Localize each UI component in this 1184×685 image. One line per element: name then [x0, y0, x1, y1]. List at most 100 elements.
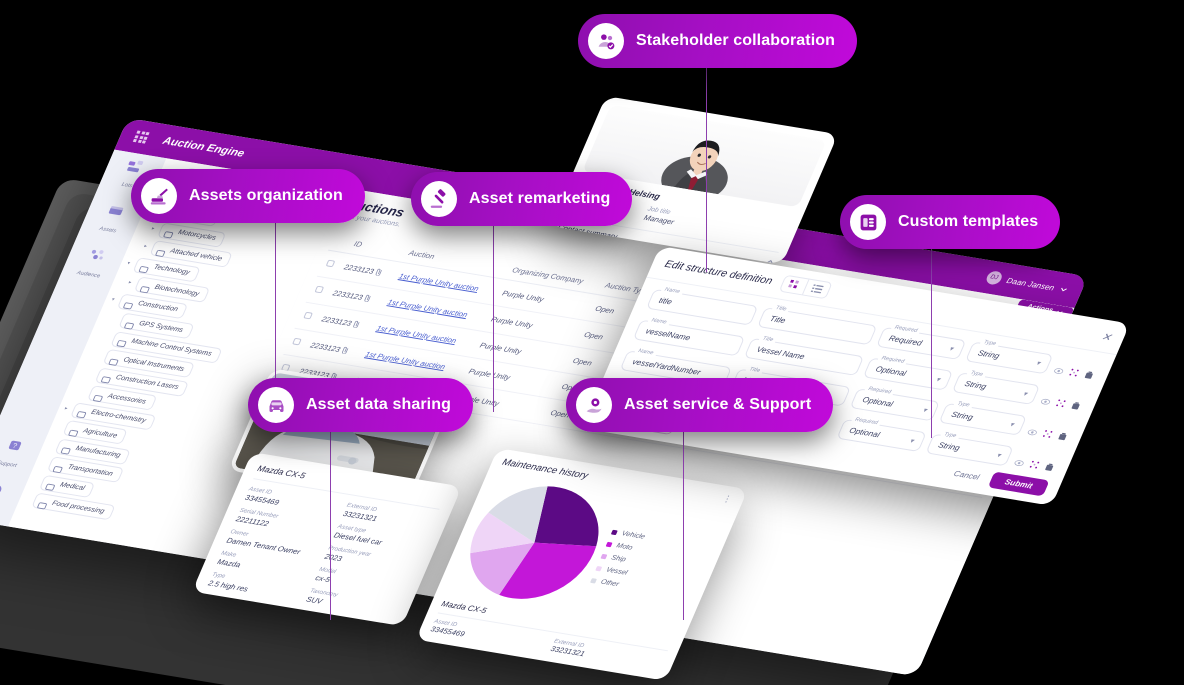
chevron-down-icon — [1061, 287, 1068, 291]
support-icon: ? — [2, 437, 28, 455]
submit-button[interactable]: Submit — [987, 471, 1050, 497]
field-type[interactable]: Type String ▾ — [951, 369, 1041, 405]
row-action-icons — [1051, 356, 1100, 385]
leader-line — [931, 238, 932, 438]
eye-icon[interactable] — [1051, 361, 1067, 379]
chip-asset-remarketing[interactable]: Asset remarketing — [411, 172, 633, 226]
legend-swatch — [595, 565, 603, 571]
cancel-button[interactable]: Cancel — [952, 469, 981, 481]
tree-expand-arrow[interactable] — [32, 480, 38, 481]
legend-item: Moto — [605, 540, 641, 552]
template-layout-icon — [850, 204, 886, 240]
legend-item: Ship — [600, 552, 636, 564]
field-value: Vessel Name — [755, 344, 807, 362]
tree-expand-arrow[interactable]: ▸ — [141, 243, 149, 250]
attachment-icon[interactable] — [363, 294, 373, 303]
tree-expand-arrow[interactable]: ▸ — [149, 225, 157, 232]
chip-label: Asset data sharing — [306, 396, 451, 413]
chip-label: Stakeholder collaboration — [636, 32, 835, 49]
chip-assets-organization[interactable]: Assets organization — [131, 169, 365, 223]
tree-item-label: Medical — [58, 481, 86, 493]
field-value: Optional — [861, 395, 895, 409]
tree-expand-arrow[interactable] — [24, 498, 30, 499]
sidebar-item-label: Audience — [75, 270, 102, 280]
field-value: String — [976, 348, 1001, 361]
tree-expand-arrow[interactable] — [56, 426, 62, 427]
tree-expand-arrow[interactable] — [111, 318, 117, 319]
tree-expand-arrow[interactable]: ▸ — [62, 405, 70, 412]
trash-icon[interactable] — [1054, 428, 1070, 446]
field-value: Required — [887, 333, 924, 348]
chip-icon — [138, 261, 152, 274]
legend-item: Other — [590, 577, 626, 589]
chip-asset-data-sharing[interactable]: Asset data sharing — [248, 378, 473, 432]
tree-expand-arrow[interactable] — [96, 355, 102, 356]
gps-icon — [124, 317, 138, 329]
tree-expand-arrow[interactable]: ▾ — [109, 296, 117, 303]
medical-icon — [45, 478, 58, 491]
row-checkbox[interactable] — [303, 311, 313, 320]
row-checkbox[interactable] — [314, 285, 325, 294]
legend-label: Other — [599, 578, 621, 588]
sidebar-item-audience[interactable]: Audience — [75, 247, 112, 282]
tree-expand-arrow[interactable] — [48, 444, 54, 445]
gear-hand-icon — [576, 387, 612, 423]
trash-icon[interactable] — [1068, 397, 1084, 415]
field-required[interactable]: Required Optional ▾ — [862, 354, 954, 391]
trash-icon[interactable] — [1081, 366, 1097, 384]
field-type[interactable]: Type String ▾ — [965, 338, 1054, 375]
flask-icon — [76, 406, 90, 419]
legend-swatch — [611, 529, 618, 535]
tree-item-label: Accessories — [106, 392, 148, 406]
eye-icon[interactable] — [1024, 423, 1040, 441]
tree-expand-arrow[interactable] — [40, 462, 46, 463]
drag-handle-icon[interactable] — [1066, 364, 1082, 382]
legend-item: Vehicle — [611, 528, 647, 541]
sidebar-item-support[interactable]: ? Support — [0, 437, 28, 472]
settings-icon — [0, 481, 9, 499]
row-checkbox[interactable] — [325, 259, 336, 268]
chip-asset-service-support[interactable]: Asset service & Support — [566, 378, 834, 432]
user-menu[interactable]: DJ Daan Jansen — [984, 270, 1070, 296]
legend-label: Vehicle — [620, 529, 647, 541]
tree-expand-arrow[interactable] — [80, 391, 86, 392]
row-action-icons — [1038, 387, 1087, 416]
field-required[interactable]: Required Required ▾ — [876, 324, 967, 360]
scene: Auction Engine DJ Daan Jansen Lots Asset… — [0, 0, 1184, 685]
sidebar-item-label: Assets — [98, 226, 118, 235]
row-checkbox[interactable] — [292, 337, 302, 346]
sidebar-item-settings[interactable]: Settings — [0, 481, 9, 516]
attachment-icon[interactable] — [374, 268, 384, 277]
grid-menu-icon[interactable] — [132, 130, 150, 144]
attachment-icon[interactable] — [341, 346, 351, 355]
optics-icon — [108, 353, 122, 366]
tree-item-label: Attached vehicle — [169, 247, 224, 263]
machine-icon — [116, 335, 130, 348]
user-name: Daan Jansen — [1005, 275, 1056, 292]
tree-expand-arrow[interactable] — [104, 337, 110, 338]
attachment-icon[interactable] — [352, 320, 362, 329]
legend-swatch — [590, 577, 598, 584]
tree-expand-arrow[interactable] — [88, 373, 94, 374]
tree-item-label: Food processing — [51, 499, 106, 515]
drag-handle-icon[interactable] — [1039, 425, 1055, 443]
tree-item-label: Biotechnology — [153, 283, 201, 298]
drag-handle-icon[interactable] — [1053, 395, 1069, 413]
gavel-icon — [421, 181, 457, 217]
field-value: Optional — [874, 364, 908, 378]
chip-custom-templates[interactable]: Custom templates — [840, 195, 1061, 249]
eye-icon[interactable] — [1038, 392, 1054, 410]
tree-expand-arrow[interactable]: ▸ — [126, 279, 134, 286]
list-view-icon[interactable] — [801, 279, 832, 299]
chip-stakeholder-collaboration[interactable]: Stakeholder collaboration — [578, 14, 857, 68]
tree-expand-arrow[interactable]: ▾ — [125, 260, 133, 267]
field-value: vesselYardNumber — [631, 357, 703, 377]
close-icon[interactable]: ✕ — [1099, 330, 1113, 344]
field-type[interactable]: Type String ▾ — [938, 400, 1027, 436]
sidebar-item-assets[interactable]: Assets — [97, 203, 127, 237]
field-required[interactable]: Required Optional ▾ — [849, 385, 940, 422]
leader-line — [706, 62, 707, 272]
tree-item-label: Construction — [136, 300, 179, 314]
legend-label: Vessel — [605, 566, 629, 577]
accessory-icon — [93, 389, 106, 402]
